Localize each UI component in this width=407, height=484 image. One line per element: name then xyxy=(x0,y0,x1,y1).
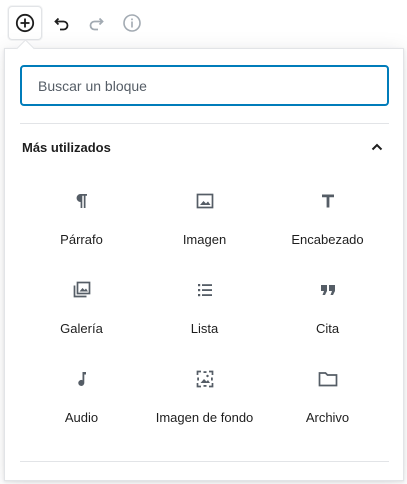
block-item-audio[interactable]: Audio xyxy=(20,353,143,442)
block-label: Encabezado xyxy=(291,232,364,247)
editor-header-toolbar xyxy=(0,0,407,44)
block-item-file[interactable]: Archivo xyxy=(266,353,389,442)
block-item-list[interactable]: Lista xyxy=(143,264,266,353)
block-item-heading[interactable]: Encabezado xyxy=(266,175,389,264)
block-label: Párrafo xyxy=(60,232,103,247)
section-toggle[interactable] xyxy=(365,135,389,159)
section-title: Más utilizados xyxy=(22,139,111,155)
undo-button[interactable] xyxy=(46,7,78,39)
block-label: Lista xyxy=(190,321,219,336)
block-label: Archivo xyxy=(305,410,350,425)
block-item-quote[interactable]: Cita xyxy=(266,264,389,353)
block-label: Cita xyxy=(315,321,340,336)
block-label: Audio xyxy=(64,410,99,425)
block-label: Imagen de fondo xyxy=(155,410,254,425)
plus-circle-icon xyxy=(15,13,35,33)
block-label: Imagen xyxy=(182,232,227,247)
redo-icon xyxy=(89,17,104,31)
cover-image-icon xyxy=(193,367,217,391)
redo-button xyxy=(80,7,112,39)
add-block-button[interactable] xyxy=(8,6,42,40)
heading-icon xyxy=(316,189,340,213)
block-inserter-popover: Más utilizados Párrafo Imagen xyxy=(4,39,404,481)
search-wrapper xyxy=(20,65,389,106)
block-item-gallery[interactable]: Galería xyxy=(20,264,143,353)
quote-icon xyxy=(316,278,340,302)
image-icon xyxy=(193,189,217,213)
section-header-most-used[interactable]: Más utilizados xyxy=(20,131,389,163)
block-search-input[interactable] xyxy=(20,65,389,106)
gallery-icon xyxy=(70,278,94,302)
file-icon xyxy=(316,367,340,391)
divider xyxy=(20,123,389,124)
block-label: Galería xyxy=(60,321,103,336)
divider xyxy=(20,461,389,462)
undo-icon xyxy=(54,17,69,31)
block-item-image[interactable]: Imagen xyxy=(143,175,266,264)
audio-icon xyxy=(70,367,94,391)
list-icon xyxy=(193,278,217,302)
block-grid: Párrafo Imagen Encabezado Galería Lista … xyxy=(20,175,389,442)
block-item-paragraph[interactable]: Párrafo xyxy=(20,175,143,264)
paragraph-icon xyxy=(70,189,94,213)
content-structure-button xyxy=(116,7,148,39)
info-icon xyxy=(123,14,141,32)
block-item-cover-image[interactable]: Imagen de fondo xyxy=(143,353,266,442)
chevron-up-icon xyxy=(371,143,383,151)
